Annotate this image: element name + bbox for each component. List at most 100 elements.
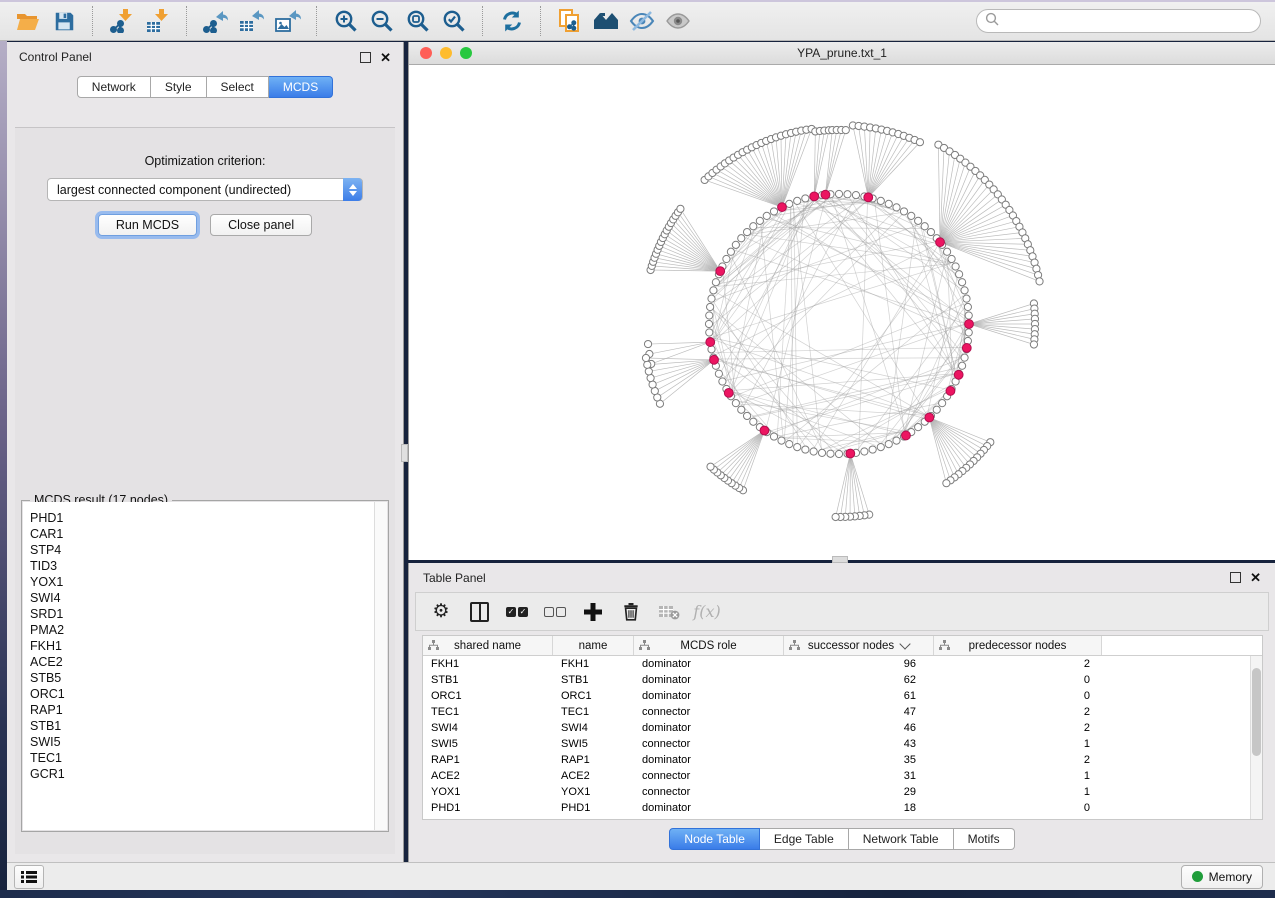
table-row[interactable]: ACE2ACE2connector311 [423,768,1262,784]
graph-dominator-node[interactable] [936,238,945,247]
graph-node[interactable] [885,441,892,448]
graph-leaf-node[interactable] [1036,278,1043,285]
graph-leaf-node[interactable] [832,513,839,520]
mcds-result-item[interactable]: ORC1 [30,686,375,702]
table-row[interactable]: SWI4SWI4dominator462 [423,720,1262,736]
network-canvas[interactable] [409,65,1275,560]
graph-node[interactable] [844,191,851,198]
graph-node[interactable] [770,208,777,215]
graph-node[interactable] [877,197,884,204]
mcds-result-item[interactable]: YOX1 [30,574,375,590]
graph-dominator-node[interactable] [864,193,873,202]
graph-node[interactable] [794,197,801,204]
graph-node[interactable] [732,241,739,248]
graph-node[interactable] [802,195,809,202]
delete-column-icon[interactable] [614,597,648,627]
graph-node[interactable] [719,378,726,385]
graph-node[interactable] [810,448,817,455]
tab-network-table[interactable]: Network Table [849,828,954,850]
tab-motifs[interactable]: Motifs [954,828,1015,850]
graph-node[interactable] [959,362,966,369]
mcds-result-item[interactable]: PMA2 [30,622,375,638]
mcds-result-item[interactable]: STB1 [30,718,375,734]
tab-style[interactable]: Style [151,76,207,98]
mcds-result-scrollbar[interactable] [374,502,387,830]
graph-node[interactable] [959,279,966,286]
table-row[interactable]: RAP1RAP1dominator352 [423,752,1262,768]
graph-node[interactable] [943,248,950,255]
add-column-icon[interactable] [576,597,610,627]
mcds-result-item[interactable]: RAP1 [30,702,375,718]
table-row[interactable]: PHD1PHD1dominator180 [423,800,1262,816]
mcds-result-item[interactable]: GCR1 [30,766,375,782]
graph-leaf-node[interactable] [647,374,654,381]
graph-node[interactable] [869,446,876,453]
first-neighbors-icon[interactable] [588,5,624,37]
graph-node[interactable] [885,200,892,207]
graph-node[interactable] [712,279,719,286]
graph-dominator-node[interactable] [925,413,934,422]
graph-node[interactable] [743,412,750,419]
graph-leaf-node[interactable] [842,127,849,134]
column-header-shared-name[interactable]: shared name [423,636,553,655]
criterion-select[interactable]: largest connected component (undirected) [47,178,363,201]
graph-node[interactable] [956,271,963,278]
graph-node[interactable] [706,312,713,319]
graph-dominator-node[interactable] [821,190,830,199]
close-table-panel-icon[interactable]: ✕ [1250,573,1261,582]
graph-node[interactable] [963,295,970,302]
zoom-selected-icon[interactable] [436,5,472,37]
graph-dominator-node[interactable] [965,320,974,329]
refresh-layout-icon[interactable] [494,5,530,37]
graph-dominator-node[interactable] [902,431,911,440]
graph-dominator-node[interactable] [962,344,971,353]
table-scrollbar[interactable] [1250,656,1262,819]
graph-node[interactable] [915,217,922,224]
graph-dominator-node[interactable] [954,370,963,379]
graph-node[interactable] [908,212,915,219]
export-table-icon[interactable] [234,5,270,37]
task-history-button[interactable] [14,865,44,889]
graph-dominator-node[interactable] [946,387,955,396]
graph-node[interactable] [707,303,714,310]
table-settings-icon[interactable]: ⚙ [424,597,458,627]
show-columns-icon[interactable] [462,597,496,627]
table-scrollbar-thumb[interactable] [1252,668,1261,756]
graph-node[interactable] [952,263,959,270]
graph-node[interactable] [948,255,955,262]
float-table-panel-icon[interactable] [1230,572,1241,583]
column-header-predecessor-nodes[interactable]: predecessor nodes [934,636,1102,655]
graph-node[interactable] [750,223,757,230]
close-panel-icon[interactable]: ✕ [380,53,391,62]
column-header-MCDS-role[interactable]: MCDS role [634,636,784,655]
import-network-icon[interactable] [104,5,140,37]
mcds-result-item[interactable]: STP4 [30,542,375,558]
graph-node[interactable] [763,212,770,219]
graph-leaf-node[interactable] [644,361,651,368]
graph-node[interactable] [877,444,884,451]
graph-node[interactable] [965,312,972,319]
graph-node[interactable] [727,248,734,255]
network-window-titlebar[interactable]: YPA_prune.txt_1 [409,42,1275,65]
save-session-icon[interactable] [46,5,82,37]
graph-node[interactable] [900,208,907,215]
graph-node[interactable] [961,287,968,294]
graph-node[interactable] [750,418,757,425]
graph-node[interactable] [794,444,801,451]
table-row[interactable]: TEC1TEC1connector472 [423,704,1262,720]
graph-node[interactable] [706,329,713,336]
graph-node[interactable] [921,223,928,230]
zoom-out-icon[interactable] [364,5,400,37]
graph-dominator-node[interactable] [810,192,819,201]
tab-mcds[interactable]: MCDS [269,76,333,98]
graph-dominator-node[interactable] [846,449,855,458]
float-panel-icon[interactable] [360,52,371,63]
graph-node[interactable] [756,217,763,224]
mcds-result-item[interactable]: SWI5 [30,734,375,750]
tab-select[interactable]: Select [207,76,269,98]
graph-leaf-node[interactable] [677,205,684,212]
mcds-result-item[interactable]: STB5 [30,670,375,686]
graph-leaf-node[interactable] [707,463,714,470]
graph-node[interactable] [964,303,971,310]
new-network-from-selection-icon[interactable] [552,5,588,37]
